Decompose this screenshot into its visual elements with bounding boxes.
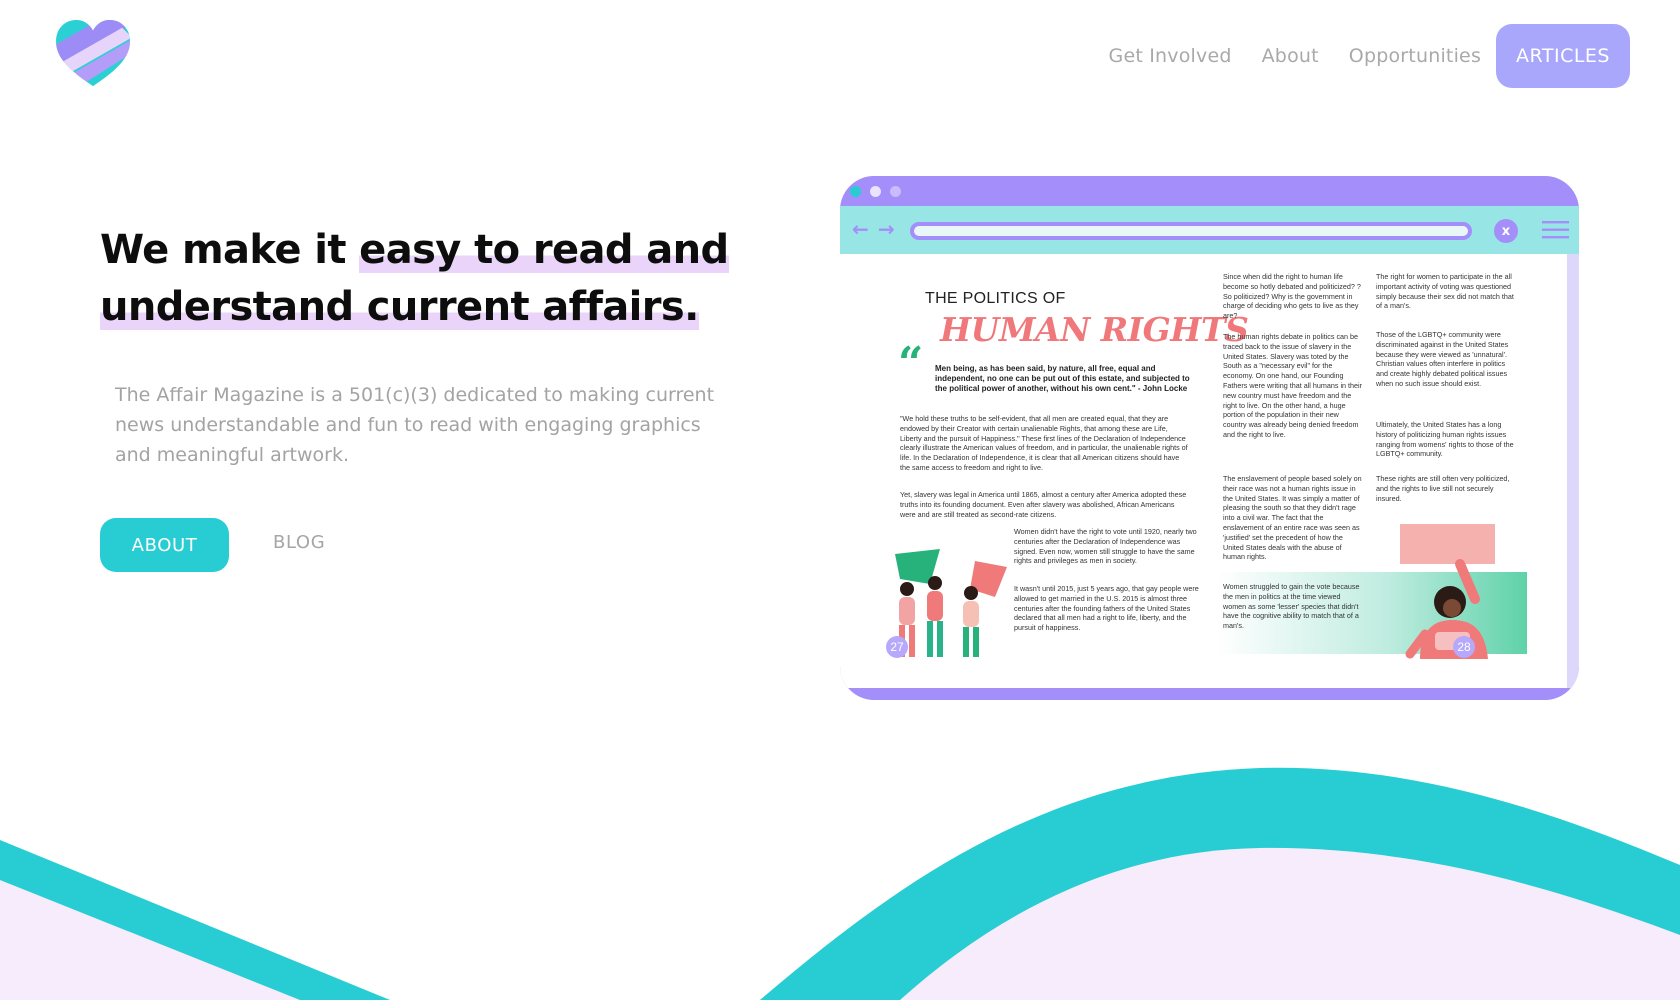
- headline-plain: We make it: [100, 227, 360, 273]
- window-dot-icon: [890, 186, 901, 197]
- headline-highlight-2: understand current affairs.: [100, 284, 699, 330]
- browser-mockup: ← → x THE POLITICS OF HUMAN RIGHTS “ Men…: [840, 176, 1579, 700]
- article-kicker: THE POLITICS OF: [925, 290, 1066, 307]
- blog-link[interactable]: BLOG: [273, 532, 325, 553]
- logo-heart-icon[interactable]: [54, 18, 132, 90]
- page-number-right: 28: [1453, 636, 1475, 658]
- quote-icon: “: [898, 338, 924, 389]
- hero-section: We make it easy to read and understand cu…: [100, 222, 740, 336]
- nav-articles-button[interactable]: ARTICLES: [1496, 24, 1630, 88]
- article-paragraph: Yet, slavery was legal in America until …: [900, 490, 1187, 519]
- article-quote: Men being, as has been said, by nature, …: [935, 364, 1190, 393]
- article-paragraph: Women didn't have the right to vote unti…: [1014, 527, 1197, 566]
- about-button[interactable]: ABOUT: [100, 518, 229, 572]
- main-nav: Get Involved About Opportunities ARTICLE…: [1109, 24, 1630, 88]
- article-paragraph: The human rights debate in politics can …: [1223, 332, 1363, 439]
- hero-description: The Affair Magazine is a 501(c)(3) dedic…: [115, 384, 715, 466]
- browser-titlebar: [840, 176, 1579, 206]
- article-paragraph: It wasn't until 2015, just 5 years ago, …: [1014, 584, 1199, 633]
- page-number-left: 27: [886, 636, 908, 658]
- window-dot-icon: [870, 186, 881, 197]
- address-bar: [910, 222, 1472, 240]
- article-paragraph: The enslavement of people based solely o…: [1223, 474, 1362, 562]
- nav-opportunities[interactable]: Opportunities: [1349, 45, 1481, 67]
- article-paragraph: Those of the LGBTQ+ community were discr…: [1376, 330, 1509, 388]
- browser-scrollbar[interactable]: [1567, 254, 1579, 688]
- headline-highlight-1: easy to read and: [359, 227, 729, 273]
- decorative-waves: [0, 767, 1680, 1000]
- forward-arrow-icon: →: [878, 217, 895, 241]
- back-arrow-icon: ←: [852, 217, 869, 241]
- close-icon: x: [1494, 219, 1518, 243]
- hero-headline: We make it easy to read and understand cu…: [100, 222, 740, 336]
- magazine-spread: THE POLITICS OF HUMAN RIGHTS “ Men being…: [840, 254, 1567, 688]
- article-paragraph: Women struggled to gain the vote because…: [1223, 582, 1360, 631]
- window-dot-icon: [850, 186, 861, 197]
- article-paragraph: Ultimately, the United States has a long…: [1376, 420, 1514, 459]
- nav-about[interactable]: About: [1262, 45, 1319, 67]
- article-paragraph: "We hold these truths to be self-evident…: [900, 414, 1188, 472]
- article-paragraph: These rights are still often very politi…: [1376, 474, 1510, 503]
- article-paragraph: The right for women to participate in th…: [1376, 272, 1514, 311]
- article-paragraph: Since when did the right to human life b…: [1223, 272, 1361, 321]
- nav-get-involved[interactable]: Get Involved: [1109, 45, 1232, 67]
- browser-toolbar: ← → x: [840, 206, 1579, 254]
- hamburger-menu-icon: [1542, 221, 1569, 239]
- article-title: HUMAN RIGHTS: [940, 310, 1249, 349]
